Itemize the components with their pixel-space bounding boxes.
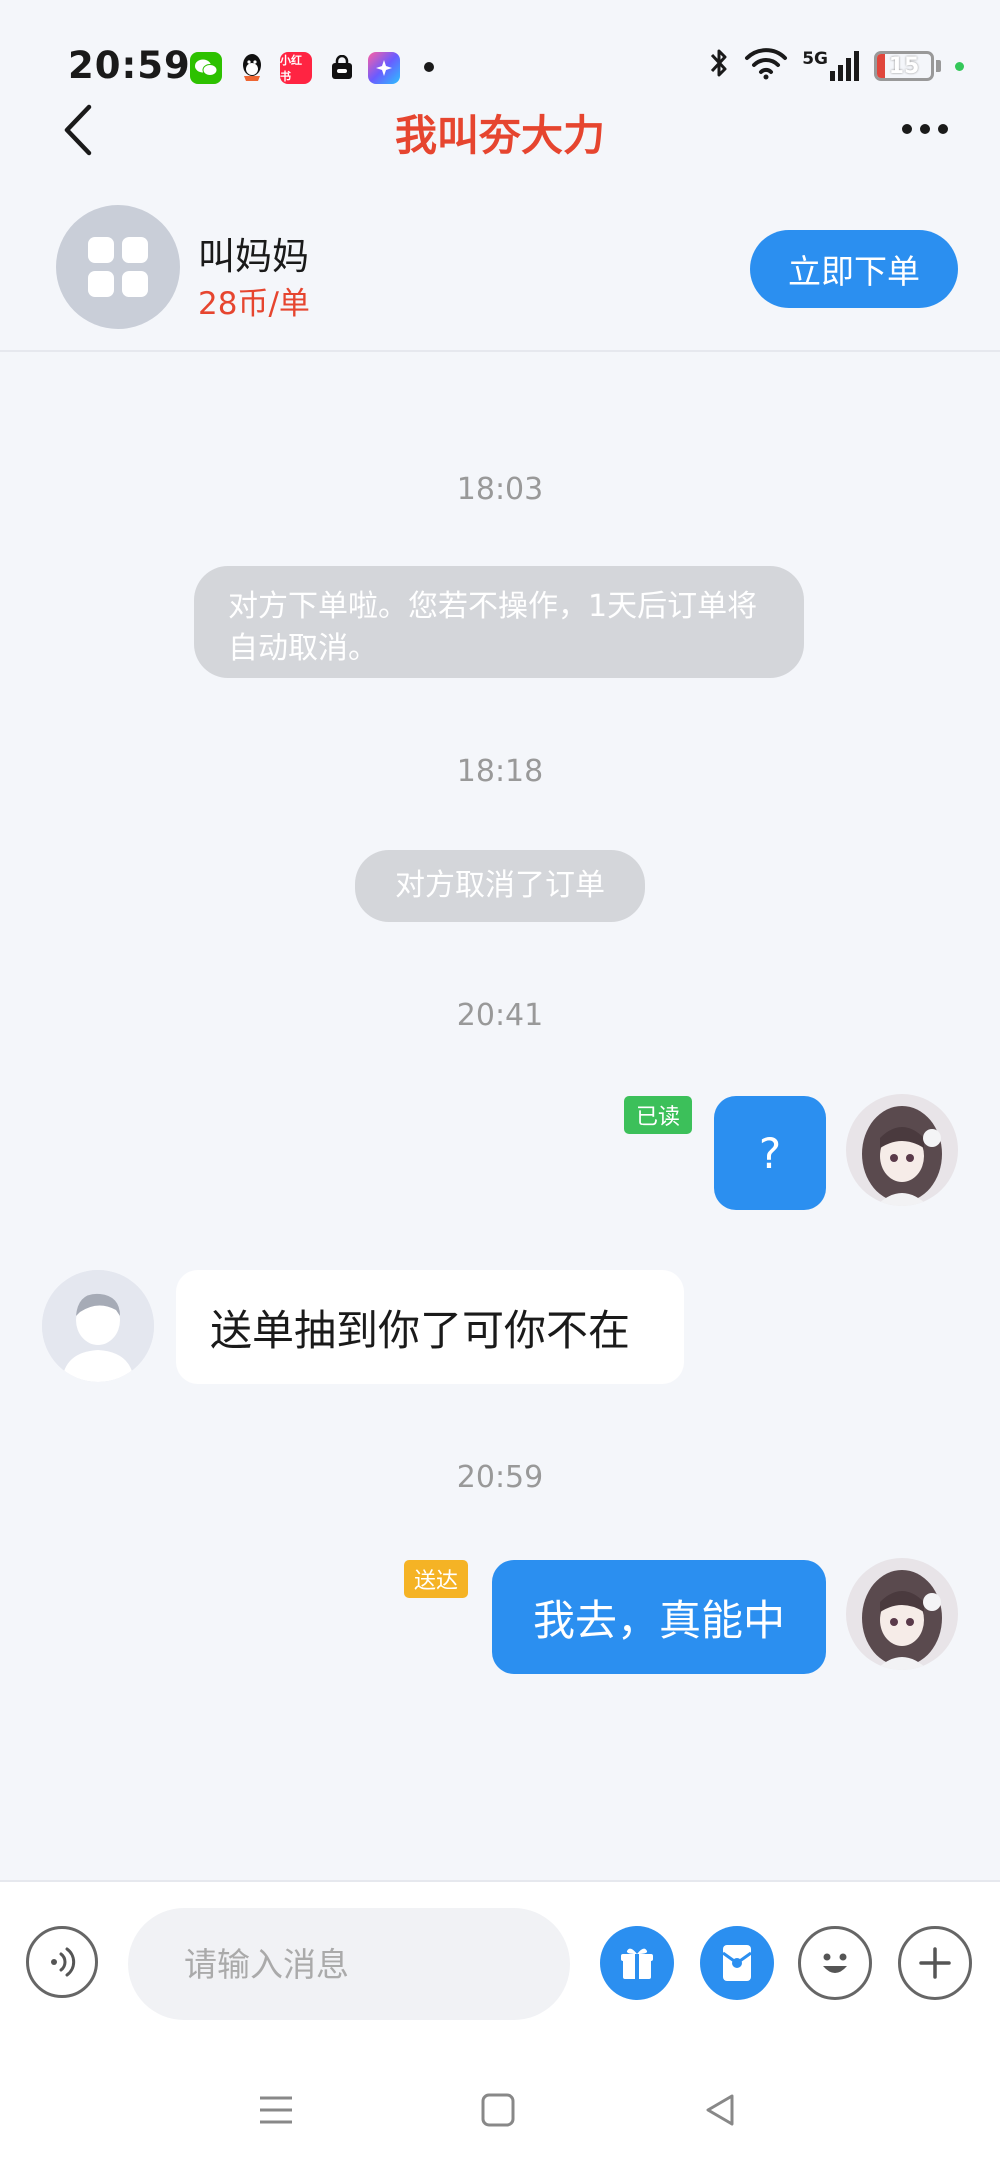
back-nav-button[interactable] [700, 2090, 740, 2130]
red-packet-button[interactable] [700, 1926, 774, 2000]
delivered-badge: 送达 [404, 1560, 468, 1598]
chat-title: 我叫夯大力 [394, 111, 605, 160]
cellular-icon: 5G [802, 51, 860, 81]
notification-dot [424, 62, 434, 72]
more-dot [938, 124, 948, 134]
menu-nav-button[interactable] [256, 2090, 296, 2130]
gift-button[interactable] [600, 1926, 674, 2000]
battery-tip [936, 60, 941, 72]
app-colorful-icon [368, 52, 400, 84]
wechat-icon [190, 52, 222, 84]
qq-icon [236, 52, 268, 84]
square-icon [481, 2093, 515, 2127]
status-time: 20:59 [68, 44, 191, 87]
emoji-button[interactable] [798, 1926, 872, 2000]
menu-icon [260, 2096, 292, 2124]
message-input[interactable] [128, 1908, 570, 2020]
service-avatar[interactable] [56, 205, 180, 329]
timestamp: 18:18 [456, 754, 544, 789]
xiaohongshu-icon: 小红书 [280, 52, 312, 84]
outgoing-message[interactable]: 我去，真能中 [492, 1560, 826, 1674]
service-price: 28币/单 [198, 286, 310, 322]
plus-icon [919, 1947, 951, 1979]
outgoing-message[interactable]: ? [714, 1096, 826, 1210]
battery-icon: 15 [874, 51, 934, 81]
read-badge: 已读 [624, 1096, 692, 1134]
contact-avatar[interactable] [42, 1270, 154, 1382]
shopping-bag-icon [326, 52, 358, 84]
incoming-message[interactable]: 送单抽到你了可你不在 [176, 1270, 684, 1384]
system-message: 对方下单啦。您若不操作，1天后订单将自动取消。 [194, 566, 804, 678]
triangle-back-icon [706, 2094, 734, 2126]
home-nav-button[interactable] [478, 2090, 518, 2130]
battery-level: 15 [888, 53, 920, 79]
timestamp: 20:41 [456, 998, 544, 1033]
app-grid-icon [88, 237, 148, 297]
more-dot [902, 124, 912, 134]
status-indicators: 5G 15 [708, 46, 964, 86]
more-dot [920, 124, 930, 134]
voice-input-button[interactable] [26, 1926, 98, 1998]
more-options-button[interactable] [890, 104, 960, 154]
timestamp: 20:59 [456, 1460, 544, 1495]
order-now-button[interactable]: 立即下单 [750, 230, 958, 308]
system-message: 对方取消了订单 [355, 850, 645, 922]
network-type: 5G [802, 49, 828, 69]
voice-icon [51, 1947, 76, 1977]
more-actions-button[interactable] [898, 1926, 972, 2000]
wifi-icon [744, 46, 788, 86]
envelope-icon [722, 1945, 752, 1981]
smiley-icon [823, 1953, 847, 1973]
service-name: 叫妈妈 [198, 235, 309, 278]
my-avatar[interactable] [846, 1094, 958, 1206]
default-user-icon [42, 1270, 154, 1382]
timestamp: 18:03 [456, 472, 544, 507]
bluetooth-icon [708, 46, 730, 86]
my-avatar[interactable] [846, 1558, 958, 1670]
privacy-indicator-dot [955, 61, 964, 71]
gift-icon [621, 1948, 653, 1979]
